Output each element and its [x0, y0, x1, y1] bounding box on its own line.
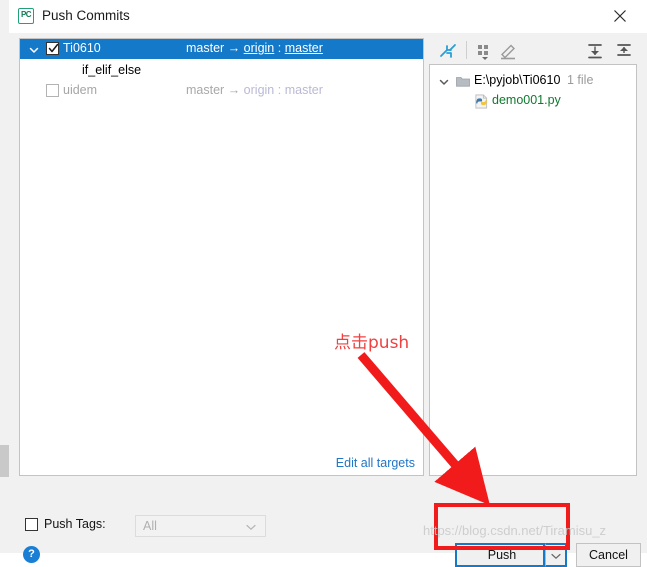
directory-path: E:\pyjob\Ti0610 — [474, 73, 561, 87]
desktop-edge-strip — [0, 0, 10, 553]
push-commits-dialog: PC Push Commits Ti0610 master → origin:… — [9, 0, 647, 567]
commit-message: if_elif_else — [82, 63, 142, 77]
edit-pencil-icon[interactable] — [499, 42, 517, 63]
repository-checkbox-ti0610[interactable] — [46, 42, 59, 55]
remote-name: origin — [243, 83, 275, 97]
push-tags-label: Push Tags: — [44, 517, 106, 531]
repository-name: Ti0610 — [63, 41, 101, 55]
chevron-down-icon — [551, 553, 561, 560]
directory-row[interactable]: E:\pyjob\Ti0610 1 file — [430, 71, 636, 91]
expand-all-glyph — [588, 44, 602, 59]
group-by-glyph — [478, 45, 488, 60]
push-dropdown-button[interactable] — [545, 543, 567, 567]
toolbar-separator — [466, 41, 467, 59]
collapse-arrows-glyph — [440, 44, 456, 58]
pycharm-icon: PC — [18, 8, 34, 24]
python-file-icon — [475, 94, 488, 109]
checkmark-icon — [48, 43, 59, 53]
push-tags-select-value: All — [143, 519, 157, 533]
cancel-button-label: Cancel — [589, 548, 628, 562]
push-button-label: Push — [487, 548, 517, 562]
collapse-all-icon[interactable] — [615, 42, 633, 63]
help-glyph: ? — [28, 548, 35, 560]
repository-name: uidem — [63, 83, 98, 97]
file-tree-panel[interactable]: E:\pyjob\Ti0610 1 file demo001.py — [429, 64, 637, 476]
expand-all-icon[interactable] — [586, 42, 604, 63]
branch-separator: : — [277, 41, 282, 55]
group-by-icon[interactable] — [476, 42, 494, 63]
push-tags-label-text: Push Tags: — [44, 517, 106, 531]
chevron-down-icon — [246, 524, 256, 531]
dialog-content: Ti0610 master → origin : master if_elif_… — [9, 33, 647, 567]
window-title: Push Commits — [42, 8, 130, 23]
push-commits-window: PC Push Commits Ti0610 master → origin:… — [0, 0, 647, 567]
edit-pencil-glyph — [501, 44, 515, 60]
branch-separator: : — [277, 83, 282, 97]
push-button[interactable]: Push — [455, 543, 545, 567]
directory-file-count: 1 file — [567, 73, 594, 87]
pycharm-icon-text: PC — [20, 10, 32, 19]
collapse-arrows-icon[interactable] — [439, 42, 457, 63]
file-row[interactable]: demo001.py — [430, 91, 636, 111]
push-tags-checkbox[interactable] — [25, 518, 38, 531]
source-branch: master — [186, 83, 225, 97]
help-icon[interactable]: ? — [23, 546, 40, 563]
commit-list-panel[interactable]: Ti0610 master → origin : master if_elif_… — [19, 38, 424, 476]
branch-arrow-glyph: → — [227, 83, 241, 97]
edit-all-targets-link[interactable]: Edit all targets — [336, 456, 415, 470]
repository-row-uidem[interactable]: uidem master → origin : master — [20, 81, 423, 101]
chevron-down-icon[interactable] — [438, 76, 450, 88]
close-glyph — [614, 10, 626, 22]
commit-row[interactable]: if_elif_else — [20, 60, 423, 81]
repository-row-ti0610[interactable]: Ti0610 master → origin : master — [20, 39, 423, 59]
cancel-button[interactable]: Cancel — [576, 543, 641, 567]
remote-name[interactable]: origin — [244, 41, 275, 55]
source-branch: master — [186, 41, 225, 55]
file-tree-toolbar — [429, 38, 637, 64]
collapse-all-glyph — [617, 44, 631, 56]
repository-branch-spec: master → origin : master — [186, 41, 323, 55]
title-bar: PC Push Commits — [9, 0, 647, 34]
close-icon[interactable] — [597, 0, 643, 32]
repository-checkbox-uidem[interactable] — [46, 84, 59, 97]
chevron-down-icon[interactable] — [28, 44, 40, 56]
repository-branch-spec: master → origin : master — [186, 83, 323, 97]
target-branch: master — [284, 83, 323, 97]
push-tags-select[interactable]: All — [135, 515, 266, 537]
target-branch[interactable]: master — [285, 41, 323, 55]
branch-arrow-glyph: → — [227, 41, 241, 55]
folder-icon — [456, 77, 470, 87]
file-name: demo001.py — [492, 93, 561, 107]
